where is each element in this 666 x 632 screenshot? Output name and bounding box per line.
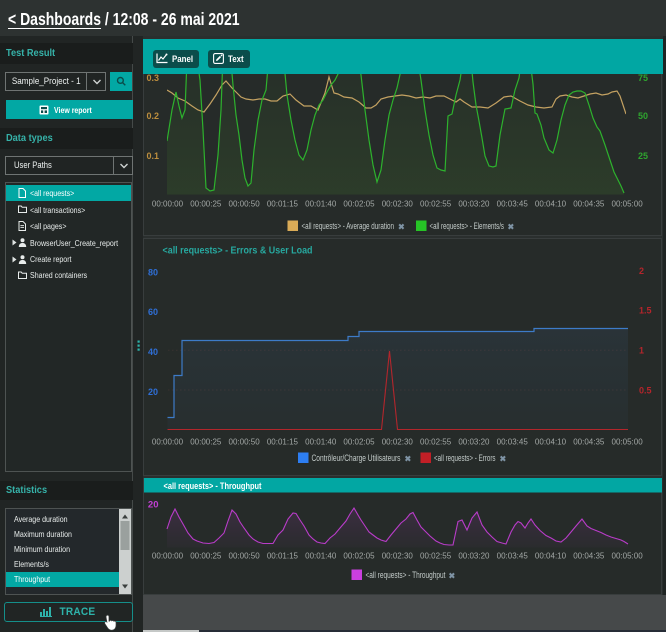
svg-text:00:02:55: 00:02:55 (420, 438, 452, 447)
svg-text:00:00:00: 00:00:00 (152, 200, 184, 209)
svg-text:✖: ✖ (405, 455, 412, 464)
svg-text:00:02:05: 00:02:05 (343, 200, 375, 209)
svg-text:00:03:20: 00:03:20 (458, 200, 490, 209)
svg-text:75: 75 (638, 74, 648, 83)
svg-text:00:01:15: 00:01:15 (267, 438, 299, 447)
svg-text:00:03:20: 00:03:20 (458, 552, 490, 561)
svg-text:Contrôleur/Charge Utilisateurs: Contrôleur/Charge Utilisateurs (312, 453, 401, 463)
svg-text:60: 60 (148, 307, 158, 317)
svg-text:00:04:35: 00:04:35 (573, 438, 605, 447)
svg-text:00:01:40: 00:01:40 (305, 552, 337, 561)
svg-text:25: 25 (638, 151, 648, 161)
svg-text:00:03:45: 00:03:45 (497, 200, 529, 209)
svg-text:20: 20 (148, 500, 159, 511)
svg-text:00:01:40: 00:01:40 (305, 200, 337, 209)
svg-text:<all requests> - Throughput: <all requests> - Throughput (164, 481, 262, 491)
svg-text:00:00:50: 00:00:50 (229, 200, 261, 209)
svg-text:<all requests> - Elements/s: <all requests> - Elements/s (430, 221, 505, 231)
svg-text:00:05:00: 00:05:00 (612, 552, 644, 561)
svg-text:00:01:15: 00:01:15 (267, 200, 299, 209)
svg-text:00:02:30: 00:02:30 (382, 552, 414, 561)
svg-text:✖: ✖ (449, 572, 456, 581)
svg-text:00:02:30: 00:02:30 (382, 200, 414, 209)
svg-text:00:02:30: 00:02:30 (382, 438, 414, 447)
svg-text:00:04:10: 00:04:10 (535, 552, 567, 561)
svg-text:0.2: 0.2 (146, 111, 159, 121)
svg-text:<all requests> - Errors & User: <all requests> - Errors & User Load (163, 246, 313, 257)
svg-text:00:03:20: 00:03:20 (458, 438, 490, 447)
svg-text:00:00:00: 00:00:00 (152, 552, 184, 561)
svg-text:00:02:55: 00:02:55 (420, 552, 452, 561)
svg-text:40: 40 (148, 347, 158, 357)
svg-text:00:02:55: 00:02:55 (420, 200, 452, 209)
svg-text:00:00:25: 00:00:25 (190, 438, 222, 447)
svg-text:<all requests> - Average durat: <all requests> - Average duration (302, 221, 395, 231)
svg-text:1: 1 (639, 346, 644, 356)
svg-text:<all requests> - Throughput: <all requests> - Throughput (366, 570, 446, 580)
svg-text:00:05:00: 00:05:00 (612, 200, 644, 209)
svg-text:00:02:05: 00:02:05 (343, 552, 375, 561)
svg-text:✖: ✖ (398, 223, 405, 232)
svg-text:00:00:50: 00:00:50 (229, 552, 261, 561)
svg-text:0.1: 0.1 (146, 151, 159, 161)
svg-text:00:04:10: 00:04:10 (535, 200, 567, 209)
svg-text:2: 2 (639, 266, 644, 276)
svg-text:00:00:25: 00:00:25 (190, 200, 222, 209)
svg-text:00:02:05: 00:02:05 (343, 438, 375, 447)
svg-text:20: 20 (148, 387, 158, 397)
svg-text:1.5: 1.5 (639, 306, 652, 316)
svg-text:00:00:50: 00:00:50 (229, 438, 261, 447)
svg-text:0.5: 0.5 (639, 385, 652, 395)
svg-text:80: 80 (148, 267, 158, 277)
svg-text:00:03:45: 00:03:45 (497, 552, 529, 561)
svg-text:00:04:35: 00:04:35 (573, 200, 605, 209)
svg-text:00:00:25: 00:00:25 (190, 552, 222, 561)
svg-text:00:00:00: 00:00:00 (152, 438, 184, 447)
svg-text:0.3: 0.3 (146, 74, 159, 83)
svg-text:✖: ✖ (508, 223, 515, 232)
svg-text:00:01:15: 00:01:15 (267, 552, 299, 561)
svg-text:00:03:45: 00:03:45 (497, 438, 529, 447)
svg-text:00:04:35: 00:04:35 (573, 552, 605, 561)
svg-text:<all requests> - Errors: <all requests> - Errors (434, 453, 496, 463)
svg-text:00:05:00: 00:05:00 (612, 438, 644, 447)
svg-text:50: 50 (638, 111, 648, 121)
svg-text:✖: ✖ (500, 455, 507, 464)
svg-text:00:04:10: 00:04:10 (535, 438, 567, 447)
svg-text:00:01:40: 00:01:40 (305, 438, 337, 447)
